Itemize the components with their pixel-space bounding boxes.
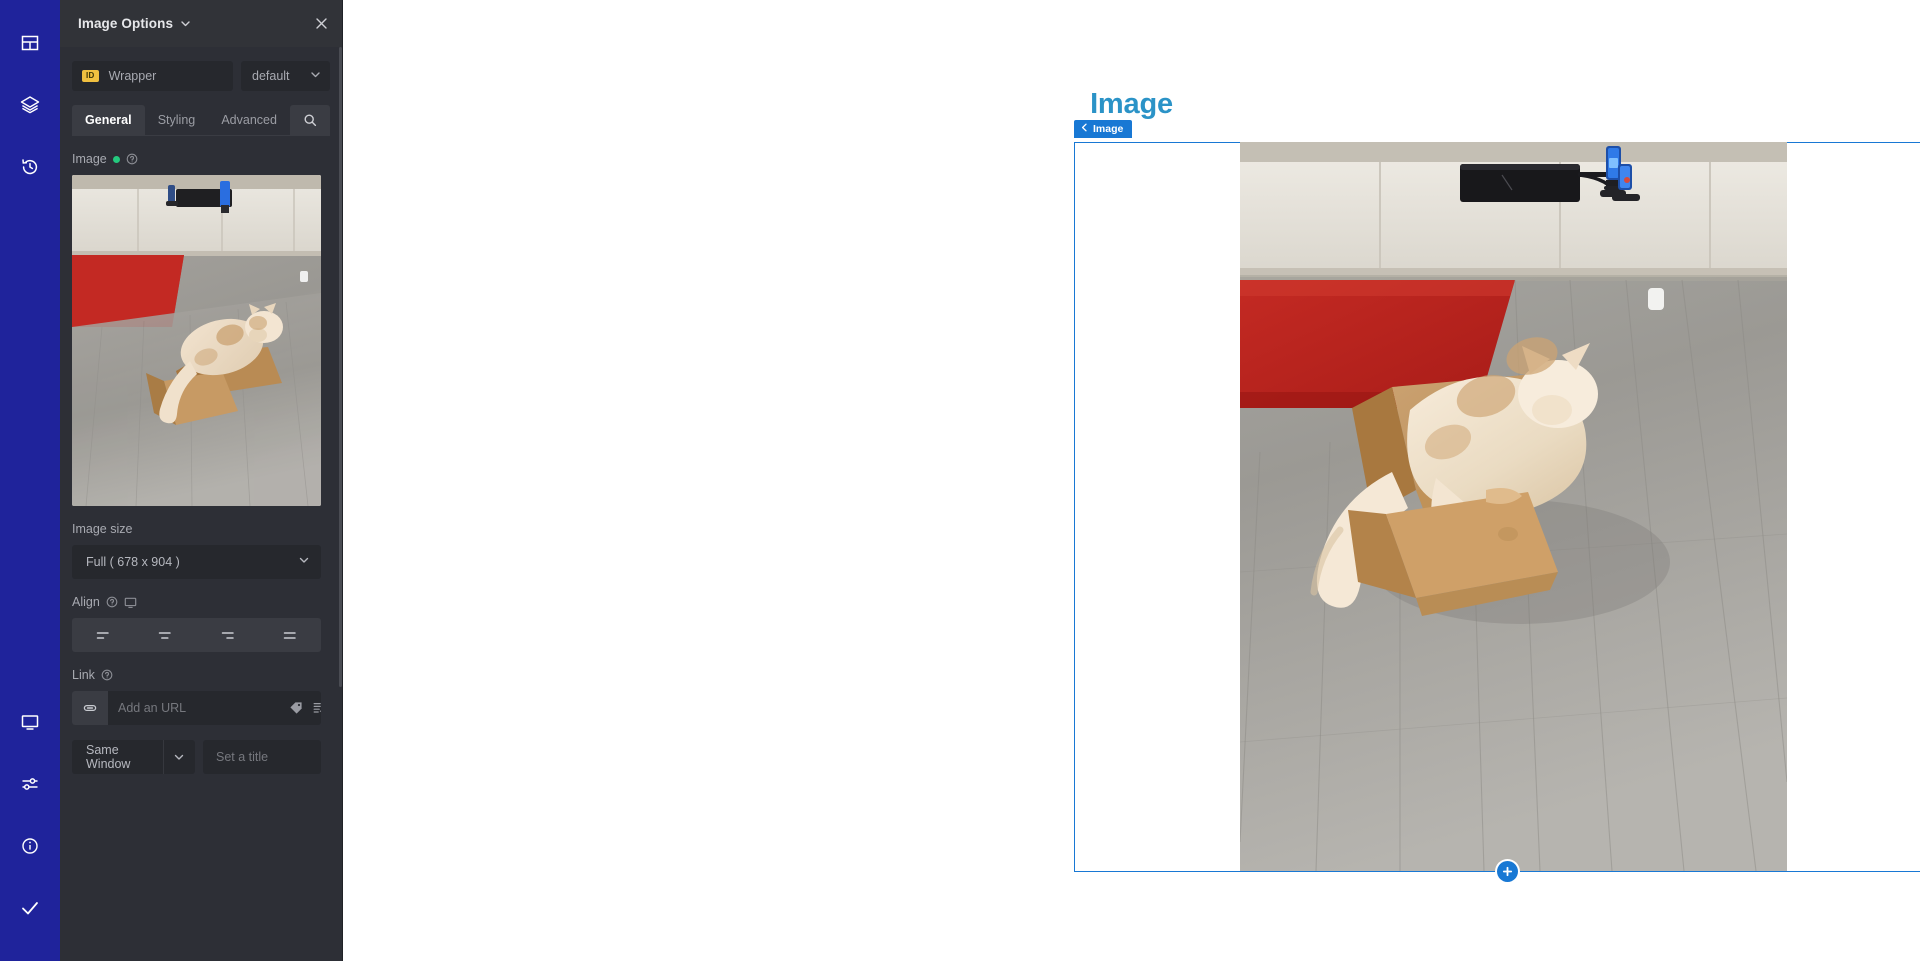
element-selector-row: ID Wrapper default [60, 47, 342, 91]
element-selector-wrapper[interactable]: ID Wrapper [72, 61, 233, 91]
history-icon[interactable] [0, 136, 60, 198]
image-preview-thumbnail[interactable] [72, 175, 321, 506]
link-target-select[interactable]: Same Window [72, 740, 195, 774]
state-selector[interactable]: default [241, 61, 330, 91]
image-size-value: Full ( 678 x 904 ) [86, 555, 180, 569]
close-icon[interactable] [315, 17, 328, 30]
link-target-value: Same Window [86, 743, 131, 771]
search-icon[interactable] [289, 105, 330, 135]
link-field: Link Add an URL Same Window Set a title [72, 668, 330, 774]
tab-general[interactable]: General [72, 105, 145, 135]
align-label: Align [72, 595, 100, 609]
link-trailing-icons [289, 701, 321, 715]
link-chain-icon[interactable] [72, 691, 108, 725]
editor-canvas: Image Image [343, 0, 1920, 961]
id-badge: ID [82, 70, 99, 82]
align-label-row: Align [72, 595, 330, 609]
settings-sliders-icon[interactable] [0, 753, 60, 815]
image-field-label: Image [72, 152, 107, 166]
left-icon-rail [0, 0, 60, 961]
link-label-row: Link [72, 668, 330, 682]
align-field: Align [72, 595, 330, 652]
panel-body: ID Wrapper default General Styling Advan… [60, 47, 342, 961]
link-options-row: Same Window [72, 740, 330, 774]
image-options-panel: Image Options ID Wrapper default General… [60, 0, 343, 961]
tag-icon[interactable] [289, 701, 303, 715]
image-element[interactable] [1240, 142, 1787, 871]
image-field-label-row: Image [72, 152, 330, 166]
help-icon[interactable] [106, 596, 118, 608]
tab-styling[interactable]: Styling [145, 105, 209, 135]
chevron-down-icon[interactable] [180, 18, 191, 29]
chevron-down-icon [298, 553, 310, 571]
chevron-down-icon [162, 740, 195, 774]
panel-header: Image Options [60, 0, 342, 47]
align-left-button[interactable] [72, 618, 134, 652]
state-selector-label: default [252, 69, 290, 83]
rail-bottom-group [0, 691, 60, 961]
chevron-left-icon [1081, 123, 1088, 135]
tabs-underline [72, 135, 330, 136]
layout-icon[interactable] [0, 12, 60, 74]
link-url-row [72, 691, 321, 725]
device-preview-icon[interactable] [124, 596, 137, 609]
info-icon[interactable] [0, 815, 60, 877]
dynamic-content-add-icon[interactable] [312, 701, 321, 715]
device-preview-icon[interactable] [0, 691, 60, 753]
align-center-button[interactable] [134, 618, 196, 652]
element-selector-label: Wrapper [108, 69, 157, 83]
align-right-button[interactable] [197, 618, 259, 652]
help-icon[interactable] [101, 669, 113, 681]
panel-scrollbar[interactable] [339, 47, 342, 687]
tab-advanced[interactable]: Advanced [208, 105, 290, 135]
layers-icon[interactable] [0, 74, 60, 136]
link-title-input[interactable] [203, 740, 321, 774]
image-preview-graphic [72, 175, 321, 506]
link-label: Link [72, 668, 95, 682]
image-size-label-row: Image size [72, 522, 330, 536]
panel-title: Image Options [78, 16, 174, 31]
check-icon[interactable] [0, 877, 60, 939]
element-badge[interactable]: Image [1074, 120, 1133, 138]
image-size-label: Image size [72, 522, 133, 536]
app-root: Image Options ID Wrapper default General… [0, 0, 1920, 961]
link-title-field [203, 740, 321, 774]
help-icon[interactable] [126, 153, 138, 165]
chevron-down-icon [310, 67, 321, 85]
element-badge-label: Image [1093, 123, 1124, 135]
panel-content: Image Image size Full (678 x 904) Alig… [60, 152, 342, 774]
image-size-select[interactable]: Full ( 678 x 904 ) [72, 545, 321, 579]
add-element-button[interactable] [1497, 861, 1518, 882]
panel-tabs: General Styling Advanced [60, 105, 342, 135]
page-title: Image [1090, 88, 1173, 120]
status-dot [112, 155, 120, 163]
rail-top-group [0, 0, 60, 198]
link-url-input[interactable] [108, 691, 289, 725]
image-field: Image [72, 152, 330, 506]
image-element-graphic [1240, 142, 1787, 871]
align-button-group [72, 618, 321, 652]
image-size-field: Image size Full ( 678 x 904 ) [72, 522, 330, 579]
align-justify-button[interactable] [259, 618, 321, 652]
